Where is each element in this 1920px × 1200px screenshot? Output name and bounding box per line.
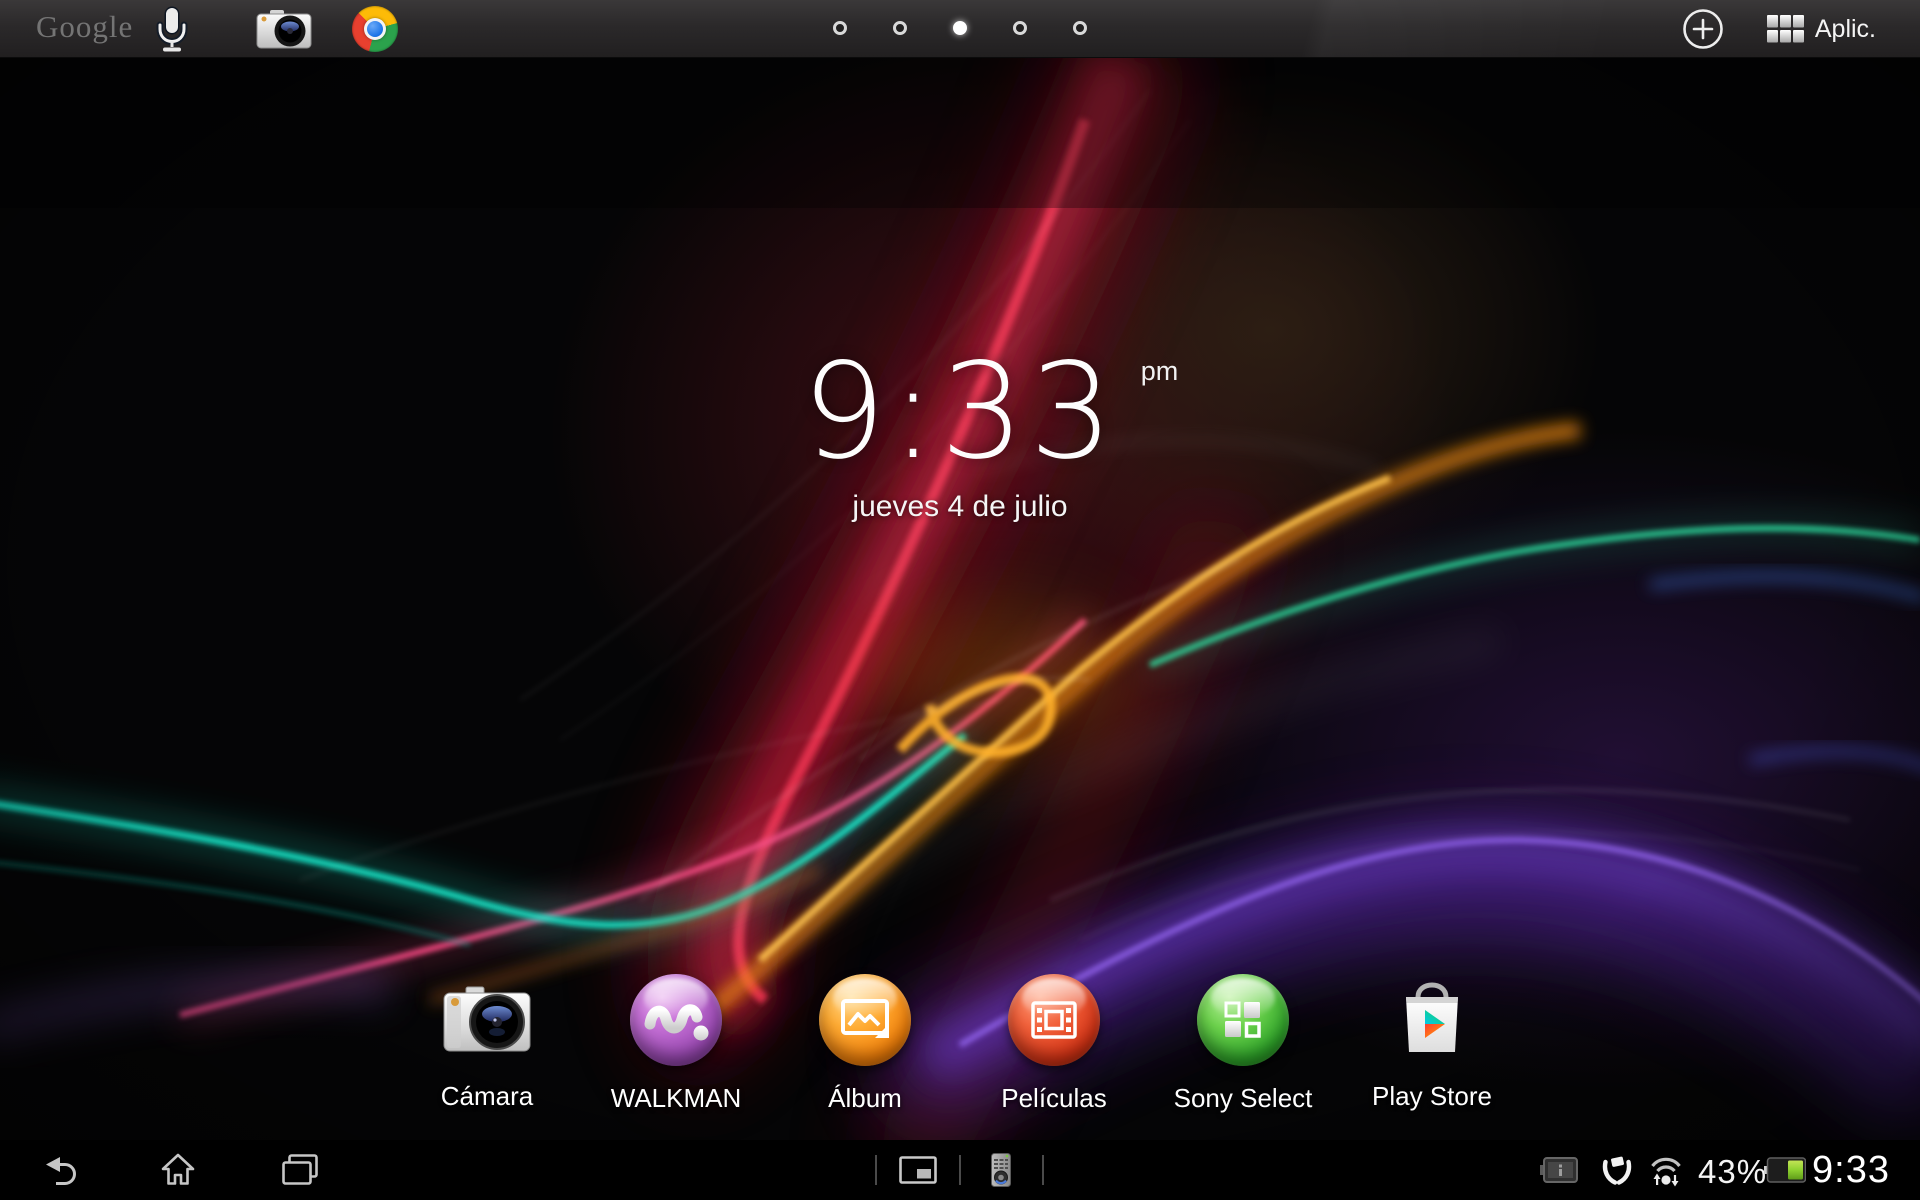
album-app-icon: [817, 974, 913, 1070]
app-label: Películas: [1001, 1083, 1107, 1113]
dock-app-sony-select[interactable]: Sony Select: [1153, 972, 1333, 1114]
clock-meridiem: pm: [1140, 356, 1179, 386]
home-screen: Google Aplic. 9:33 pm jueves 4 de julio …: [0, 0, 1920, 1200]
walkman-app-icon: [628, 974, 724, 1070]
navbar-divider: [875, 1155, 877, 1185]
dock: Cámara WALKMAN Álbum Películas Sony Sele…: [397, 972, 1522, 1114]
clock-date: jueves 4 de julio: [852, 490, 1068, 523]
battery-icon: [1764, 1157, 1806, 1183]
clock-time-row: 9:33 pm: [802, 346, 1178, 478]
navigation-bar: 43% 9:33: [0, 1140, 1920, 1200]
play-store-app-icon: [1384, 972, 1480, 1068]
chrome-icon[interactable]: [352, 6, 398, 52]
remote-icon[interactable]: [991, 1153, 1011, 1187]
page-dot-4[interactable]: [1013, 21, 1027, 35]
app-label: Sony Select: [1173, 1083, 1313, 1113]
apps-launcher-label: Aplic.: [1814, 14, 1876, 43]
clock-widget[interactable]: 9:33 pm jueves 4 de julio: [0, 346, 1920, 524]
app-label: Álbum: [828, 1083, 902, 1113]
navbar-divider: [959, 1155, 961, 1185]
navbar-divider: [1042, 1155, 1044, 1185]
add-widget-icon[interactable]: [1682, 8, 1724, 50]
google-search-widget[interactable]: Google: [36, 9, 133, 45]
app-label: WALKMAN: [610, 1083, 742, 1113]
dock-app-camara[interactable]: Cámara: [397, 972, 577, 1114]
page-dot-2[interactable]: [893, 21, 907, 35]
camera-shortcut-icon[interactable]: [256, 9, 312, 49]
wifi-activity-icon: [1651, 1157, 1681, 1187]
app-label: Cámara: [440, 1081, 534, 1111]
battery-care-icon: [1602, 1156, 1632, 1185]
back-icon[interactable]: [44, 1155, 77, 1186]
dock-app-play-store[interactable]: Play Store: [1342, 972, 1522, 1114]
home-icon[interactable]: [161, 1153, 195, 1186]
page-dot-3[interactable]: [953, 21, 967, 35]
recents-icon[interactable]: [282, 1154, 318, 1185]
page-dot-1[interactable]: [833, 21, 847, 35]
sony-select-app-icon: [1195, 974, 1291, 1070]
app-label: Play Store: [1372, 1081, 1492, 1111]
apps-launcher-button[interactable]: Aplic.: [1766, 0, 1876, 58]
dock-app-peliculas[interactable]: Películas: [964, 972, 1144, 1114]
dock-app-album[interactable]: Álbum: [775, 972, 955, 1114]
battery-percent: 43%: [1698, 1153, 1768, 1190]
camera-app-icon: [439, 972, 535, 1068]
voice-search-icon[interactable]: [154, 5, 190, 53]
clock-time: 9:33: [801, 335, 1119, 489]
apps-grid-icon: [1766, 15, 1804, 43]
movies-app-icon: [1006, 974, 1102, 1070]
notification-info-icon: [1540, 1157, 1578, 1183]
page-dots: [0, 0, 1920, 58]
dock-app-walkman[interactable]: WALKMAN: [586, 972, 766, 1114]
status-clock: 9:33: [1812, 1149, 1890, 1191]
small-apps-icon[interactable]: [899, 1156, 937, 1184]
top-bar: Google Aplic.: [0, 0, 1920, 58]
page-dot-5[interactable]: [1073, 21, 1087, 35]
